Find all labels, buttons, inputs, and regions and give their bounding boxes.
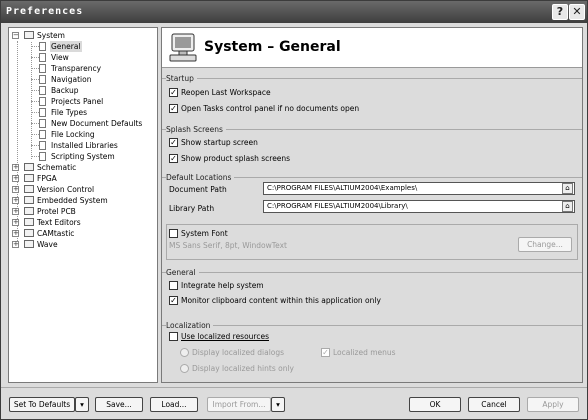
set-to-defaults-button[interactable]: Set To Defaults [9, 397, 75, 412]
expand-icon[interactable]: + [12, 241, 19, 248]
browse-folder-icon[interactable]: ⌂ [562, 201, 573, 212]
open-tasks-label: Open Tasks control panel if no documents… [181, 104, 360, 113]
display-hints-label: Display localized hints only [192, 364, 294, 373]
library-path-label: Library Path [169, 204, 215, 213]
page-title: System – General [204, 39, 341, 55]
load-button[interactable]: Load... [150, 397, 198, 412]
section-locations-label: Default Locations [166, 173, 235, 182]
computer-icon [169, 33, 197, 62]
folder-icon [24, 163, 34, 171]
page-icon [39, 75, 46, 84]
display-dialogs-label: Display localized dialogs [192, 348, 285, 357]
reopen-workspace-label: Reopen Last Workspace [181, 88, 271, 97]
folder-icon [24, 31, 34, 39]
open-tasks-checkbox[interactable]: ✓ [169, 104, 178, 113]
page-icon [39, 53, 46, 62]
page-icon [39, 152, 46, 161]
close-button[interactable]: ✕ [569, 4, 585, 20]
integrate-help-label: Integrate help system [181, 281, 264, 290]
section-startup-label: Startup [166, 74, 197, 83]
import-dropdown-icon[interactable]: ▾ [271, 397, 285, 412]
section-localization-label: Localization [166, 321, 214, 330]
document-path-field[interactable]: C:\PROGRAM FILES\ALTIUM2004\Examples\ [263, 182, 575, 195]
document-path-label: Document Path [169, 185, 227, 194]
monitor-clipboard-label: Monitor clipboard content within this ap… [181, 296, 381, 305]
startup-screen-label: Show startup screen [181, 138, 258, 147]
preferences-window: Preferences ? ✕ − System General View Tr… [0, 0, 588, 420]
product-splash-label: Show product splash screens [181, 154, 291, 163]
expand-icon[interactable]: + [12, 197, 19, 204]
cancel-button[interactable]: Cancel [468, 397, 520, 412]
expand-icon[interactable]: + [12, 230, 19, 237]
expand-icon[interactable]: + [12, 164, 19, 171]
folder-icon [24, 218, 34, 226]
page-icon [39, 97, 46, 106]
localized-menus-label: Localized menus [333, 348, 396, 357]
page-icon [39, 64, 46, 73]
page-icon [39, 119, 46, 128]
save-button[interactable]: Save... [95, 397, 143, 412]
folder-icon [24, 229, 34, 237]
window-title: Preferences [6, 6, 84, 17]
product-splash-checkbox[interactable]: ✓ [169, 154, 178, 163]
settings-panel: System – General Startup ✓ Reopen Last W… [161, 27, 583, 383]
system-font-label: System Font [181, 229, 228, 238]
title-bar[interactable]: Preferences ? ✕ [1, 1, 587, 23]
library-path-field[interactable]: C:\PROGRAM FILES\ALTIUM2004\Library\ [263, 200, 575, 213]
ok-button[interactable]: OK [409, 397, 461, 412]
page-icon [39, 42, 46, 51]
expand-icon[interactable]: + [12, 186, 19, 193]
folder-icon [24, 207, 34, 215]
folder-icon [24, 185, 34, 193]
panel-header: System – General [162, 28, 582, 68]
section-splash-label: Splash Screens [166, 125, 226, 134]
display-hints-radio[interactable] [180, 364, 189, 373]
collapse-icon[interactable]: − [12, 32, 19, 39]
apply-button[interactable]: Apply [527, 397, 579, 412]
section-general-label: General [166, 268, 199, 277]
expand-icon[interactable]: + [12, 219, 19, 226]
expand-icon[interactable]: + [12, 208, 19, 215]
use-localized-checkbox[interactable] [169, 332, 178, 341]
page-icon [39, 130, 46, 139]
monitor-clipboard-checkbox[interactable]: ✓ [169, 296, 178, 305]
help-button[interactable]: ? [552, 4, 568, 20]
integrate-help-checkbox[interactable] [169, 281, 178, 290]
browse-folder-icon[interactable]: ⌂ [562, 183, 573, 194]
set-defaults-dropdown-icon[interactable]: ▾ [75, 397, 89, 412]
display-dialogs-radio[interactable] [180, 348, 189, 357]
use-localized-label: Use localized resources [181, 332, 269, 341]
folder-icon [24, 196, 34, 204]
page-icon [39, 86, 46, 95]
preferences-tree[interactable]: − System General View Transparency Navig… [8, 27, 158, 383]
expand-icon[interactable]: + [12, 175, 19, 182]
reopen-workspace-checkbox[interactable]: ✓ [169, 88, 178, 97]
localized-menus-checkbox[interactable]: ✓ [321, 348, 330, 357]
page-icon [39, 141, 46, 150]
page-icon [39, 108, 46, 117]
system-font-checkbox[interactable] [169, 229, 178, 238]
system-font-description: MS Sans Serif, 8pt, WindowText [169, 241, 287, 250]
import-from-button[interactable]: Import From... [207, 397, 271, 412]
folder-icon [24, 174, 34, 182]
folder-icon [24, 240, 34, 248]
change-font-button[interactable]: Change... [518, 237, 572, 252]
startup-screen-checkbox[interactable]: ✓ [169, 138, 178, 147]
